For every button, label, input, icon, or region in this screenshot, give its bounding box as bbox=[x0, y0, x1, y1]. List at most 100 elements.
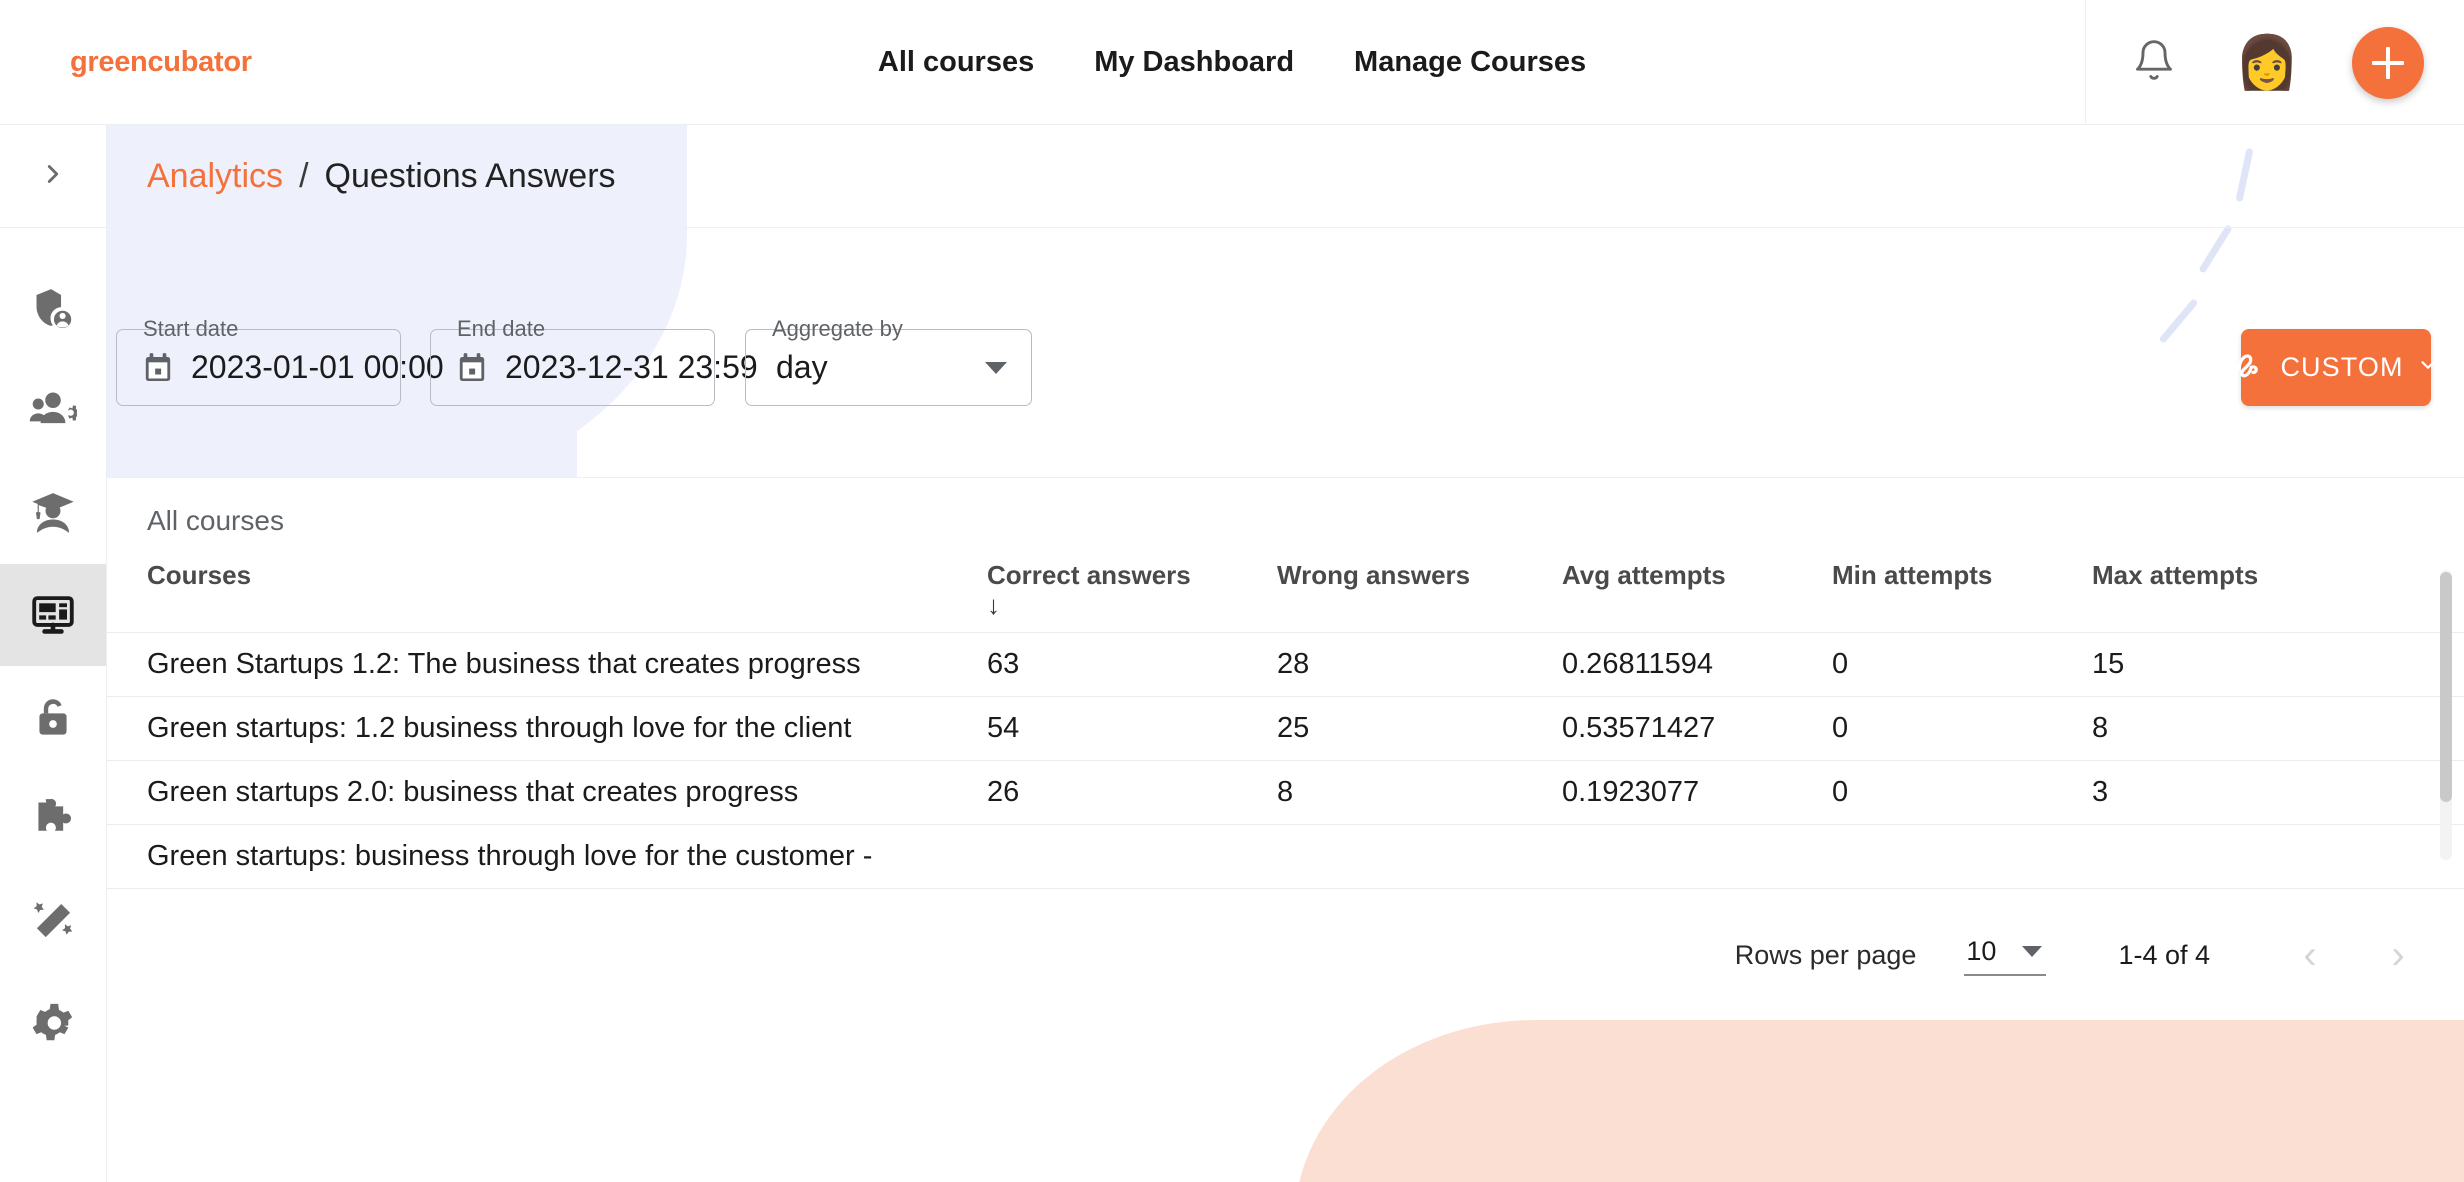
aggregate-by-label: Aggregate by bbox=[772, 316, 903, 341]
table-row[interactable]: Green startups: 1.2 business through lov… bbox=[107, 696, 2464, 761]
app-root: greencubator All courses My Dashboard Ma… bbox=[0, 0, 2464, 1182]
rows-per-page-label: Rows per page bbox=[1734, 940, 1917, 970]
sidebar-item-settings[interactable] bbox=[0, 972, 106, 1074]
cell-correct: 54 bbox=[987, 696, 1277, 761]
sidebar-item-students[interactable] bbox=[0, 462, 106, 564]
cell-wrong: 28 bbox=[1277, 632, 1562, 697]
breadcrumb-separator: / bbox=[299, 156, 309, 195]
sidebar-item-tools[interactable] bbox=[0, 870, 106, 972]
sidebar-item-plugins[interactable] bbox=[0, 768, 106, 870]
col-label-wrong-answers: Wrong answers bbox=[1277, 560, 1471, 590]
aggregate-by-select[interactable]: Aggregate by day bbox=[745, 316, 1032, 406]
cell-avg: 0.26811594 bbox=[1562, 632, 1832, 697]
sidebar-item-analytics[interactable] bbox=[0, 564, 106, 666]
header-actions: 👩 bbox=[2085, 0, 2464, 125]
aggregate-by-value: day bbox=[776, 349, 828, 385]
previous-page-button[interactable]: ‹ bbox=[2280, 926, 2340, 986]
cell-max: 8 bbox=[2092, 696, 2464, 761]
table-header-row: Courses Correct answers ↓ Wrong answers bbox=[107, 560, 2464, 633]
cell-max: 15 bbox=[2092, 632, 2464, 697]
nav-manage-courses[interactable]: Manage Courses bbox=[1354, 46, 1586, 79]
cell-avg: 0.53571427 bbox=[1562, 696, 1832, 761]
start-date-value: 2023-01-01 00:00 bbox=[191, 349, 444, 385]
table-scrollbar-thumb[interactable] bbox=[2440, 572, 2452, 802]
col-header-correct-answers[interactable]: Correct answers ↓ bbox=[987, 560, 1277, 633]
cell-wrong: 25 bbox=[1277, 696, 1562, 761]
table-row[interactable]: Green startups 2.0: business that create… bbox=[107, 760, 2464, 825]
sidebar-rail bbox=[0, 125, 107, 1182]
add-button[interactable] bbox=[2352, 26, 2424, 99]
col-header-min-attempts[interactable]: Min attempts bbox=[1832, 560, 2092, 633]
pagination-range: 1-4 of 4 bbox=[2118, 940, 2210, 970]
notifications-button[interactable] bbox=[2126, 35, 2182, 91]
bell-icon bbox=[2132, 37, 2176, 88]
cell-wrong bbox=[1277, 824, 1562, 889]
gear-icon bbox=[29, 1000, 77, 1046]
table-row[interactable]: Green Startups 1.2: The business that cr… bbox=[107, 632, 2464, 697]
cell-course: Green startups: business through love fo… bbox=[107, 824, 987, 889]
users-gear-icon bbox=[29, 388, 77, 434]
filter-bar: Start date 2023-01-01 00:00 End date 202… bbox=[107, 228, 2464, 478]
lock-open-icon bbox=[31, 694, 75, 740]
cell-min: 0 bbox=[1832, 760, 2092, 825]
cell-course: Green Startups 1.2: The business that cr… bbox=[107, 632, 987, 697]
cell-avg: 0.1923077 bbox=[1562, 760, 1832, 825]
calendar-icon bbox=[455, 350, 489, 386]
magic-wand-icon bbox=[29, 898, 77, 944]
next-page-button[interactable]: › bbox=[2368, 926, 2428, 986]
col-header-avg-attempts[interactable]: Avg attempts bbox=[1562, 560, 1832, 633]
custom-button[interactable]: CUSTOM bbox=[2238, 329, 2435, 406]
col-header-max-attempts[interactable]: Max attempts bbox=[2092, 560, 2464, 633]
main-navigation: All courses My Dashboard Manage Courses bbox=[878, 46, 1586, 79]
table-scroll-region[interactable]: Courses Correct answers ↓ Wrong answers bbox=[107, 537, 2464, 889]
col-header-courses[interactable]: Courses bbox=[107, 560, 987, 633]
nav-my-dashboard[interactable]: My Dashboard bbox=[1094, 46, 1294, 79]
cell-min: 0 bbox=[1832, 632, 2092, 697]
cell-min: 0 bbox=[1832, 696, 2092, 761]
breadcrumb-analytics[interactable]: Analytics bbox=[147, 157, 283, 196]
col-label-courses: Courses bbox=[147, 560, 252, 590]
monitor-dashboard-icon bbox=[29, 592, 77, 638]
start-date-field[interactable]: Start date 2023-01-01 00:00 bbox=[116, 316, 444, 406]
end-date-field[interactable]: End date 2023-12-31 23:59 bbox=[430, 316, 758, 406]
nav-all-courses[interactable]: All courses bbox=[878, 46, 1034, 79]
rows-per-page-select[interactable]: 10 bbox=[1964, 936, 2047, 976]
col-label-max-attempts: Max attempts bbox=[2092, 560, 2259, 590]
squiggle-icon bbox=[2233, 348, 2267, 387]
cell-correct bbox=[987, 824, 1277, 889]
sidebar-expand-button[interactable] bbox=[0, 125, 106, 228]
table-caption: All courses bbox=[147, 505, 284, 536]
col-header-wrong-answers[interactable]: Wrong answers bbox=[1277, 560, 1562, 633]
start-date-label: Start date bbox=[143, 316, 239, 341]
cell-max bbox=[2092, 824, 2464, 889]
cell-avg bbox=[1562, 824, 1832, 889]
table-head: Courses Correct answers ↓ Wrong answers bbox=[107, 560, 2464, 633]
shield-user-icon bbox=[30, 286, 76, 332]
cell-correct: 26 bbox=[987, 760, 1277, 825]
avatar[interactable]: 👩 bbox=[2232, 28, 2302, 98]
sidebar-item-admin[interactable] bbox=[0, 258, 106, 360]
app-logo[interactable]: greencubator bbox=[70, 46, 252, 79]
chevron-down-icon bbox=[2022, 945, 2043, 957]
sidebar-item-user-management[interactable] bbox=[0, 360, 106, 462]
col-label-min-attempts: Min attempts bbox=[1832, 560, 1993, 590]
cell-course: Green startups 2.0: business that create… bbox=[107, 760, 987, 825]
cell-course: Green startups: 1.2 business through lov… bbox=[107, 696, 987, 761]
chevron-right-icon bbox=[38, 157, 68, 196]
col-label-avg-attempts: Avg attempts bbox=[1562, 560, 1726, 590]
sidebar-item-permissions[interactable] bbox=[0, 666, 106, 768]
analytics-table: Courses Correct answers ↓ Wrong answers bbox=[107, 560, 2464, 889]
table-row[interactable]: Green startups: business through love fo… bbox=[107, 824, 2464, 889]
avatar-glyph: 👩 bbox=[2234, 33, 2300, 92]
table-body: Green Startups 1.2: The business that cr… bbox=[107, 632, 2464, 889]
pagination: Rows per page 10 1-4 of 4 ‹ › bbox=[107, 908, 2464, 1003]
cell-min bbox=[1832, 824, 2092, 889]
chevron-down-icon bbox=[2417, 352, 2439, 383]
end-date-value: 2023-12-31 23:59 bbox=[505, 349, 758, 385]
peach-decoration-blob bbox=[1295, 1020, 2464, 1182]
chevron-down-icon[interactable] bbox=[985, 361, 1007, 374]
custom-button-label: CUSTOM bbox=[2280, 352, 2404, 382]
analytics-table-card: All courses Courses Correct answers ↓ Wr… bbox=[107, 478, 2464, 908]
col-label-correct-answers: Correct answers bbox=[987, 560, 1191, 590]
puzzle-piece-icon bbox=[29, 796, 77, 842]
